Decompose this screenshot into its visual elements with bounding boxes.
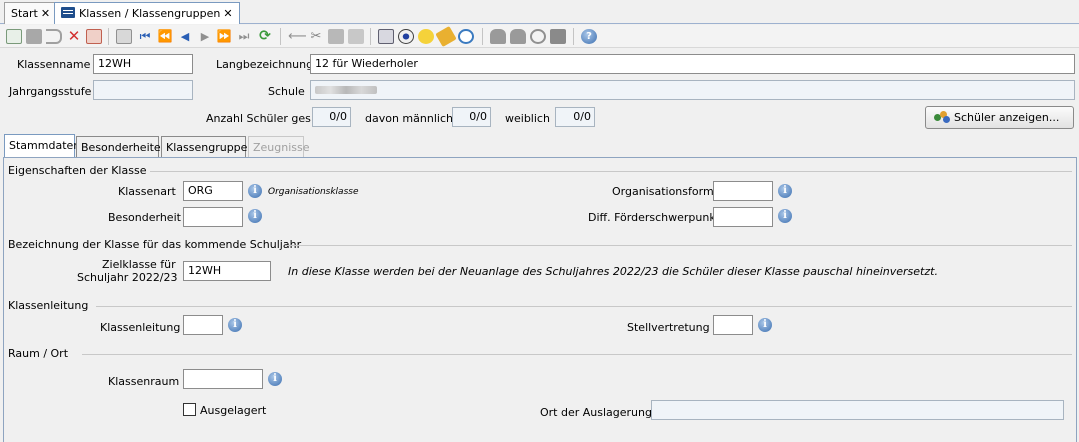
- clock-icon[interactable]: [458, 29, 474, 44]
- tab-klassen[interactable]: Klassen / Klassengruppen ✕: [54, 2, 240, 24]
- info-icon[interactable]: i: [228, 318, 242, 332]
- schule-label: Schule: [268, 85, 305, 98]
- zielklasse-hint: In diese Klasse werden bei der Neuanlage…: [288, 265, 938, 278]
- tab-klassen-label: Klassen / Klassengruppen: [79, 7, 221, 20]
- preview-icon[interactable]: [398, 29, 414, 44]
- prev-page-icon[interactable]: ⏪: [157, 29, 173, 44]
- schueler-anzeigen-label: Schüler anzeigen...: [954, 111, 1060, 124]
- maennlich-value: 0/0: [452, 107, 491, 127]
- redacted-school-name: [315, 86, 377, 94]
- cancel-icon[interactable]: [86, 29, 102, 44]
- info-icon[interactable]: i: [778, 209, 792, 223]
- jahrgangsstufe-label: Jahrgangsstufe: [9, 85, 92, 98]
- refresh-icon[interactable]: ⟳: [257, 29, 273, 44]
- tab-klassengruppen[interactable]: Klassengruppen: [161, 136, 254, 157]
- document-tab-bar: Start ✕ Klassen / Klassengruppen ✕: [0, 0, 1079, 24]
- langbezeichnung-label: Langbezeichnung: [216, 58, 314, 71]
- anzahl-label: Anzahl Schüler ges.: [206, 112, 315, 125]
- ausgelagert-checkbox[interactable]: [183, 403, 196, 416]
- last-icon[interactable]: ⏭: [236, 29, 252, 44]
- klassenname-input[interactable]: 12WH: [93, 54, 193, 74]
- weiblich-label: weiblich: [505, 112, 550, 125]
- klassenart-input[interactable]: ORG: [183, 181, 243, 201]
- zielklasse-label-1: Zielklasse für: [102, 258, 176, 271]
- paste-icon[interactable]: [348, 29, 364, 44]
- tab-stammdaten[interactable]: Stammdaten: [4, 134, 80, 158]
- raum-title: Raum / Ort: [8, 347, 69, 360]
- minus-icon[interactable]: ⟵: [288, 29, 307, 44]
- help-icon[interactable]: ?: [581, 29, 597, 44]
- delete-icon[interactable]: ✕: [66, 29, 82, 44]
- ort-auslagerung-input[interactable]: [651, 400, 1064, 420]
- klassenleitung-title: Klassenleitung: [8, 299, 89, 312]
- person-icon[interactable]: [510, 29, 526, 44]
- langbezeichnung-input[interactable]: 12 für Wiederholer: [310, 54, 1075, 74]
- stellvertretung-label: Stellvertretung: [627, 321, 710, 334]
- next-page-icon[interactable]: ⏩: [216, 29, 232, 44]
- prev-icon[interactable]: ◀: [177, 29, 193, 44]
- ausgelagert-label: Ausgelagert: [200, 404, 267, 417]
- copy-icon[interactable]: [328, 29, 344, 44]
- info-icon[interactable]: i: [248, 209, 262, 223]
- maennlich-label: davon männlich: [365, 112, 453, 125]
- tab-zeugnisse: Zeugnisse: [248, 136, 310, 157]
- weiblich-value: 0/0: [555, 107, 595, 127]
- print-icon[interactable]: [378, 29, 394, 44]
- save-icon[interactable]: [26, 29, 42, 44]
- anzahl-value: 0/0: [312, 107, 351, 127]
- new-icon[interactable]: [6, 29, 22, 44]
- toolbar: ✕ ⏮ ⏪ ◀ ▶ ⏩ ⏭ ⟳ ⟵ ✂ ?: [0, 25, 1079, 48]
- zielklasse-label-2: Schuljahr 2022/23: [77, 271, 178, 284]
- grid-icon: [61, 7, 75, 18]
- klassenraum-label: Klassenraum: [108, 375, 180, 388]
- clean-icon[interactable]: [435, 26, 457, 47]
- first-icon[interactable]: ⏮: [137, 29, 153, 44]
- close-icon[interactable]: ✕: [41, 7, 50, 20]
- schule-input[interactable]: [310, 80, 1075, 100]
- close-icon[interactable]: ✕: [223, 7, 232, 20]
- organisationsform-input[interactable]: [713, 181, 773, 201]
- info-icon[interactable]: i: [268, 372, 282, 386]
- tab-besonderheiten[interactable]: Besonderheiten: [76, 136, 168, 157]
- next-icon[interactable]: ▶: [197, 29, 213, 44]
- bezeichnung-title: Bezeichnung der Klasse für das kommende …: [8, 238, 302, 251]
- copy-record-icon[interactable]: [116, 29, 132, 44]
- stellvertretung-input[interactable]: [713, 315, 753, 335]
- zielklasse-input[interactable]: 12WH: [183, 261, 271, 281]
- klassenart-hint: Organisationsklasse: [268, 187, 359, 197]
- info-icon[interactable]: i: [778, 184, 792, 198]
- besonderheit-input[interactable]: [183, 207, 243, 227]
- klassenname-label: Klassenname: [17, 58, 91, 71]
- besonderheit-label: Besonderheit: [108, 211, 181, 224]
- foerderschwerpunkt-input[interactable]: [713, 207, 773, 227]
- tab-start[interactable]: Start ✕: [4, 2, 58, 24]
- organisationsform-label: Organisationsform: [612, 185, 714, 198]
- foerderschwerpunkt-label: Diff. Förderschwerpunkt: [588, 211, 721, 224]
- eigenschaften-title: Eigenschaften der Klasse: [8, 164, 147, 177]
- klassenraum-input[interactable]: [183, 369, 263, 389]
- klassenleitung-input[interactable]: [183, 315, 223, 335]
- schueler-anzeigen-button[interactable]: Schüler anzeigen...: [925, 106, 1074, 129]
- jahrgangsstufe-input[interactable]: [93, 80, 193, 100]
- klassenleitung-label: Klassenleitung: [100, 321, 181, 334]
- info-icon[interactable]: i: [758, 318, 772, 332]
- tab-start-label: Start: [11, 7, 38, 20]
- tools-icon[interactable]: [530, 29, 546, 44]
- group-icon[interactable]: [490, 29, 506, 44]
- undo-icon[interactable]: [46, 29, 62, 44]
- people-icon: [934, 111, 950, 123]
- ort-auslagerung-label: Ort der Auslagerung: [540, 406, 652, 419]
- disk-icon[interactable]: [550, 29, 566, 44]
- info-icon[interactable]: i: [248, 184, 262, 198]
- bulb-icon[interactable]: [418, 29, 434, 44]
- klassenart-label: Klassenart: [118, 185, 176, 198]
- cut-icon[interactable]: ✂: [308, 29, 324, 44]
